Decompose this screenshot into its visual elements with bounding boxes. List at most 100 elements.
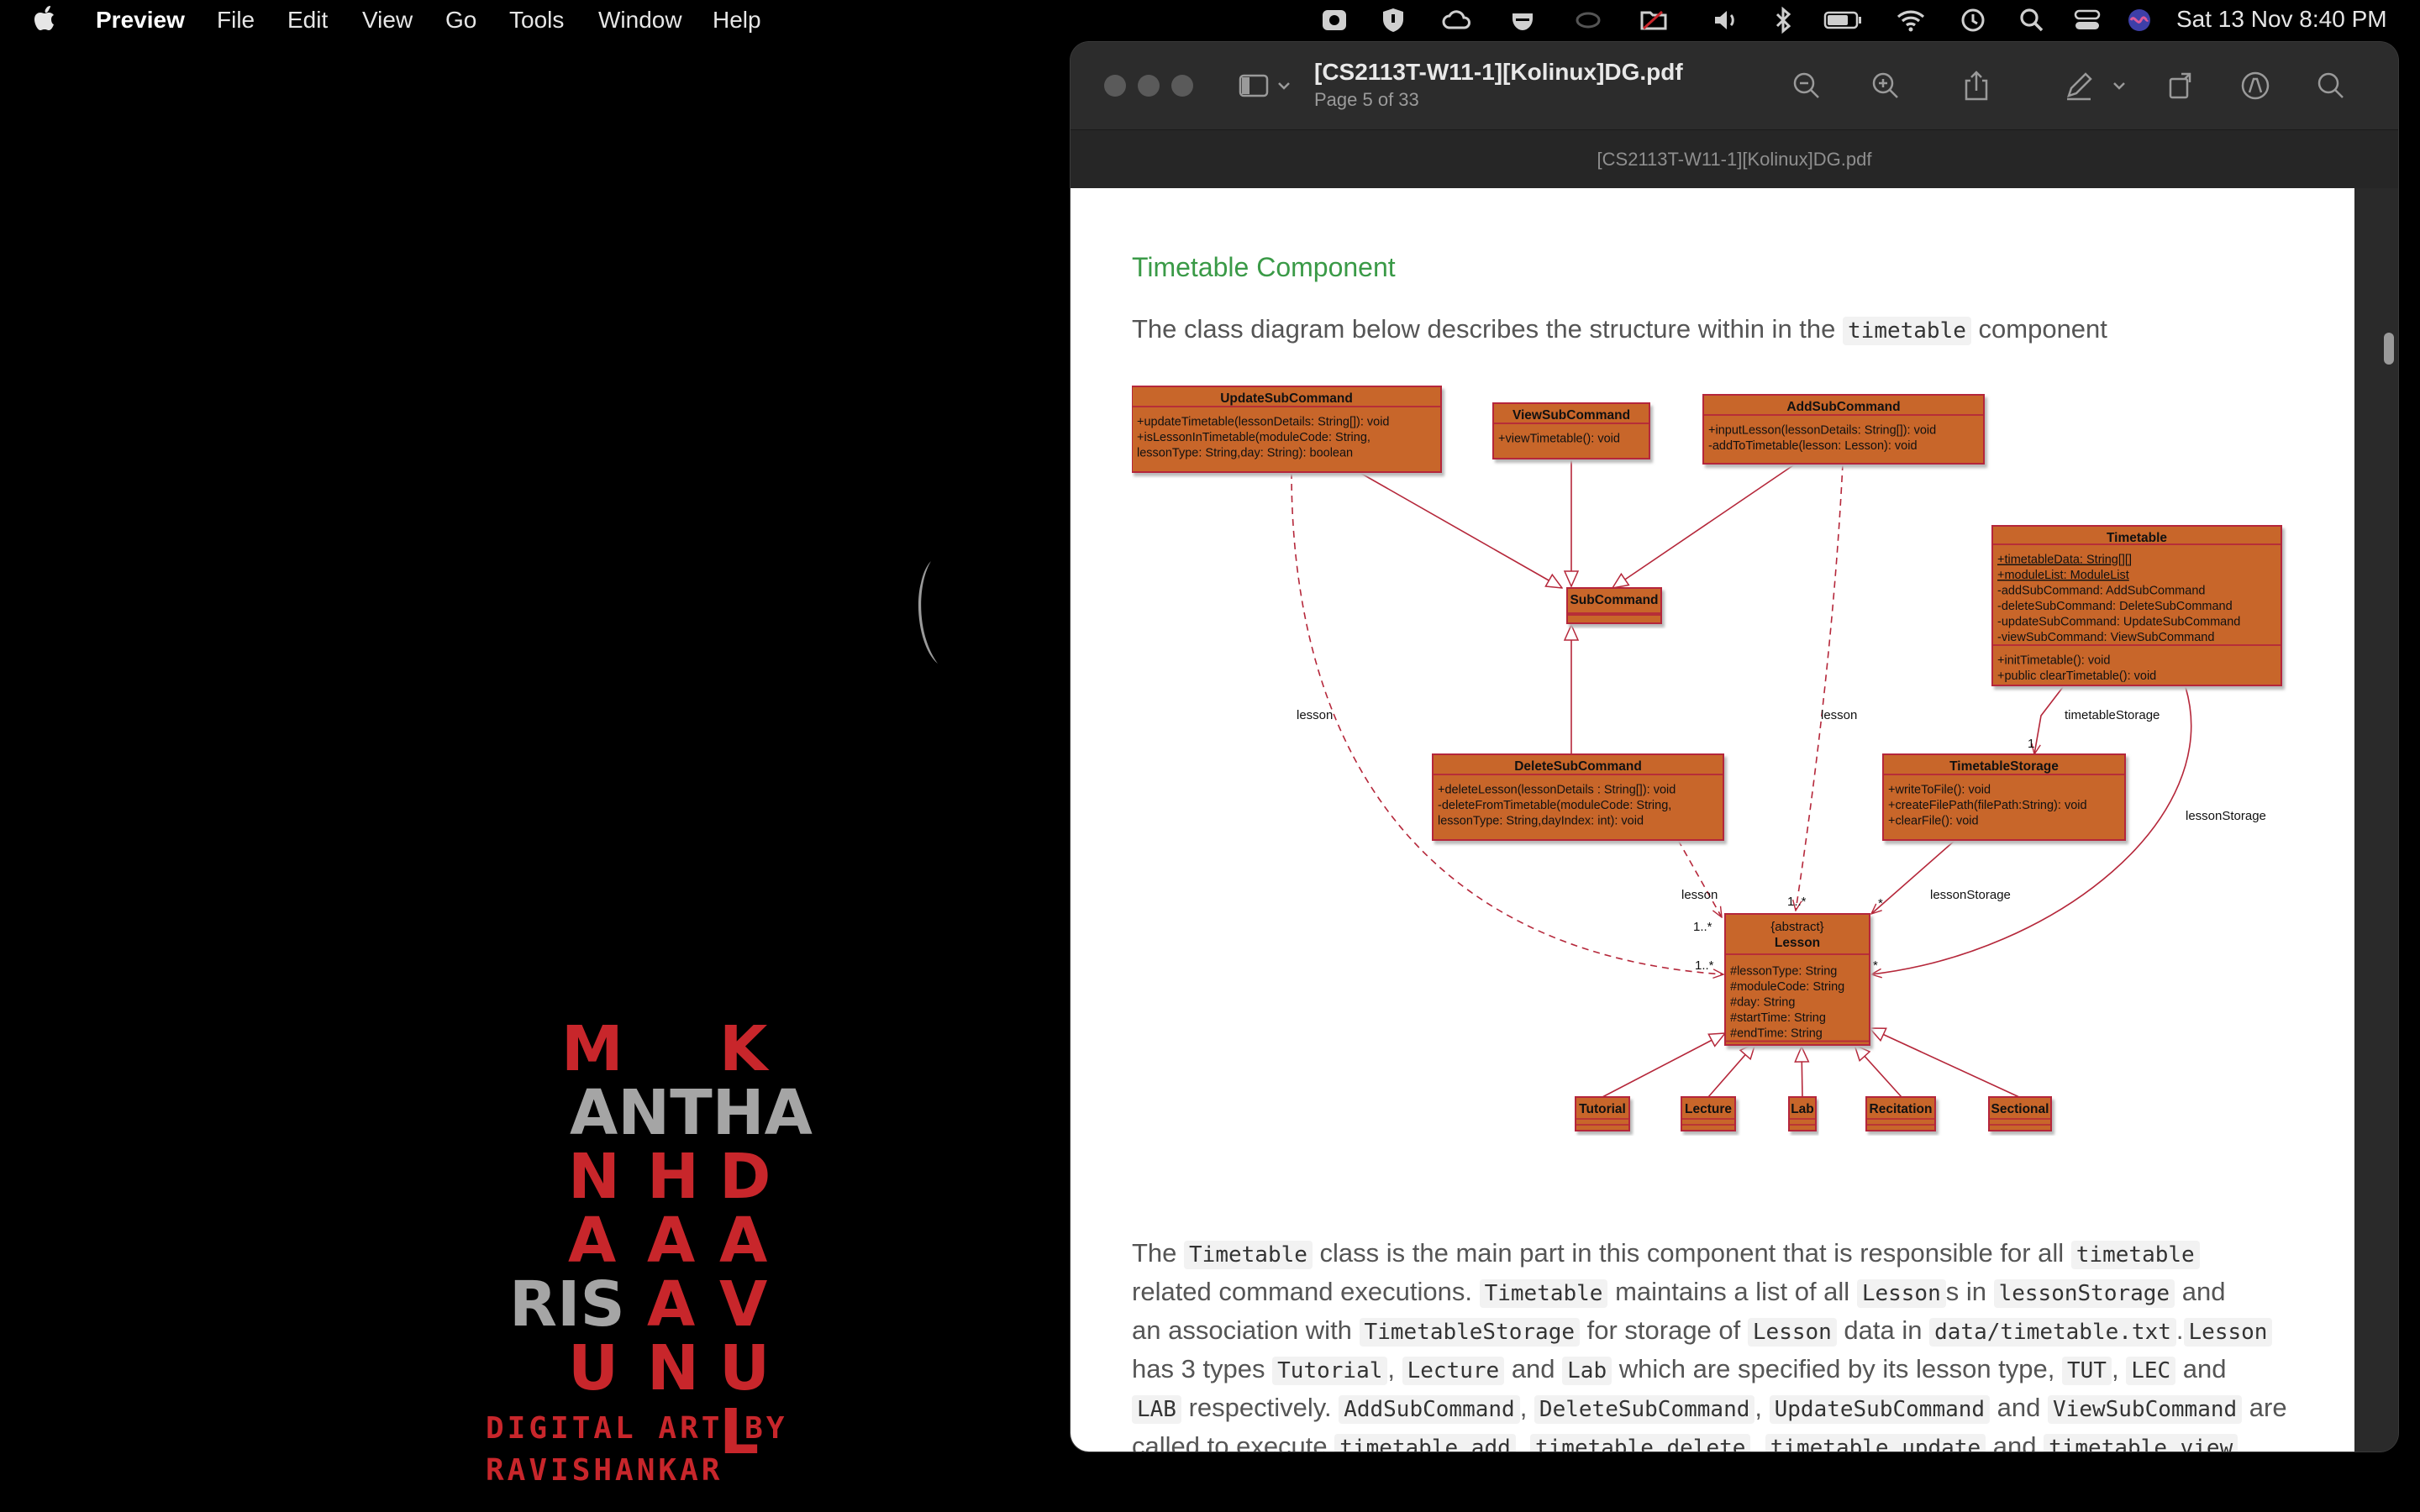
art-letter-h: H	[647, 1141, 699, 1213]
relationship-label: lesson	[1297, 708, 1333, 722]
relationship-line	[1796, 463, 1844, 911]
markup-icon[interactable]	[2237, 67, 2274, 104]
class-attribute: +moduleList: ModuleList	[1997, 569, 2129, 582]
chevron-down-icon[interactable]	[1274, 67, 1294, 104]
pen-icon[interactable]	[2060, 67, 2097, 104]
body-text: ,	[2111, 1354, 2127, 1383]
menu-help[interactable]: Help	[713, 7, 761, 34]
body-text: has 3 types	[1132, 1354, 1273, 1383]
inline-code: ViewSubCommand	[2048, 1395, 2243, 1424]
class-name: Recitation	[1870, 1102, 1933, 1116]
class-name: Lecture	[1685, 1102, 1732, 1116]
class-method: +isLessonInTimetable(moduleCode: String,	[1137, 431, 1370, 444]
wifi-icon[interactable]	[1896, 5, 1926, 35]
menu-view[interactable]: View	[362, 7, 413, 34]
body-text: related command executions.	[1132, 1277, 1480, 1306]
class-timetable: Timetable +timetableData: String[][] +modu…	[1991, 525, 2282, 686]
class-tutorial: Tutorial	[1575, 1096, 1630, 1131]
vertical-scrollbar[interactable]	[2381, 188, 2398, 1452]
body-line: has 3 types Tutorial, Lecture and Lab wh…	[1132, 1354, 2227, 1385]
class-name: AddSubCommand	[1786, 400, 1900, 414]
class-attribute: -deleteSubCommand: DeleteSubCommand	[1997, 600, 2233, 613]
share-icon[interactable]	[1958, 67, 1995, 104]
control-center-icon[interactable]	[2072, 5, 2102, 35]
body-text: called to execute	[1132, 1431, 1335, 1452]
class-method: +writeToFile(): void	[1888, 784, 1991, 797]
bluetooth-icon[interactable]	[1768, 5, 1798, 35]
intro-text-end: component	[1970, 314, 2107, 344]
inline-code: Lecture	[1402, 1357, 1505, 1385]
menu-app-name[interactable]: Preview	[96, 7, 185, 34]
cloud-icon[interactable]	[1442, 5, 1472, 35]
siri-icon[interactable]	[2124, 5, 2154, 35]
zoom-window-button[interactable]	[1171, 75, 1193, 97]
body-text: ,	[1519, 1393, 1534, 1422]
relationship-label: lessonStorage	[2186, 809, 2266, 823]
art-letter-n2: N	[647, 1332, 699, 1404]
art-letter-m: M	[561, 1013, 623, 1085]
inline-code: LEC	[2126, 1357, 2176, 1385]
hat-icon[interactable]	[1507, 5, 1538, 35]
body-text: and	[1986, 1431, 2044, 1452]
inline-code: Timetable	[1479, 1279, 1608, 1308]
class-name: TimetableStorage	[1949, 759, 2059, 774]
class-name: Lab	[1791, 1102, 1814, 1116]
chevron-down-icon[interactable]	[2109, 67, 2129, 104]
wallpaper-crescent-shape	[913, 558, 941, 667]
inline-code: Lesson	[2183, 1318, 2273, 1347]
folder-icon[interactable]	[1639, 5, 1669, 35]
class-method: +clearFile(): void	[1888, 815, 1979, 828]
body-text: respectively.	[1181, 1393, 1339, 1422]
inline-code: timetable update	[1765, 1434, 1986, 1452]
class-name: UpdateSubCommand	[1220, 391, 1353, 406]
shield-icon[interactable]	[1378, 5, 1408, 35]
menu-edit[interactable]: Edit	[287, 7, 328, 34]
preview-window: [CS2113T-W11-1][Kolinux]DG.pdf Page 5 of…	[1071, 42, 2398, 1452]
search-icon[interactable]	[2017, 5, 2047, 35]
menu-go[interactable]: Go	[445, 7, 476, 34]
search-icon[interactable]	[2312, 67, 2349, 104]
body-text: The	[1132, 1238, 1185, 1268]
camera-icon[interactable]	[1319, 5, 1349, 35]
class-attribute: #moduleCode: String	[1730, 980, 1844, 994]
menubar-clock[interactable]: Sat 13 Nov 8:40 PM	[2176, 6, 2387, 33]
document-viewport[interactable]: Timetable Component The class diagram be…	[1071, 188, 2398, 1452]
page-indicator: Page 5 of 33	[1314, 89, 1419, 110]
sidebar-icon[interactable]	[1235, 67, 1276, 104]
link-icon[interactable]	[1573, 5, 1603, 35]
battery-icon[interactable]	[1823, 5, 1864, 35]
body-text: ,	[1750, 1431, 1765, 1452]
window-toolbar: [CS2113T-W11-1][Kolinux]DG.pdf Page 5 of…	[1071, 42, 2398, 129]
class-name: Sectional	[1991, 1102, 2049, 1116]
class-add: AddSubCommand +inputLesson(lessonDetails:…	[1702, 394, 1985, 465]
class-recitation: Recitation	[1865, 1096, 1936, 1131]
close-window-button[interactable]	[1104, 75, 1126, 97]
apple-menu-icon[interactable]	[34, 3, 59, 39]
relationship-line	[1358, 471, 1562, 588]
class-attribute: -updateSubCommand: UpdateSubCommand	[1997, 616, 2240, 629]
scrollbar-thumb[interactable]	[2384, 333, 2394, 365]
zoom-in-icon[interactable]	[1867, 67, 1904, 104]
document-tab[interactable]: [CS2113T-W11-1][Kolinux]DG.pdf	[1071, 149, 2398, 171]
menu-window[interactable]: Window	[598, 7, 682, 34]
zoom-out-icon[interactable]	[1788, 67, 1825, 104]
volume-icon[interactable]	[1711, 5, 1741, 35]
menu-file[interactable]: File	[217, 7, 255, 34]
body-text: and	[2175, 1277, 2226, 1306]
art-word-antha: ANTHA	[570, 1077, 813, 1149]
menu-tools[interactable]: Tools	[509, 7, 564, 34]
body-line: called to execute timetable add, timetab…	[1132, 1431, 2238, 1452]
inline-code: DeleteSubCommand	[1534, 1395, 1755, 1424]
inline-code: Lesson	[1747, 1318, 1837, 1347]
art-credit-line2: RAVISHANKAR	[486, 1453, 723, 1488]
relationship-label: 1..*	[1693, 920, 1712, 934]
time-machine-icon[interactable]	[1958, 5, 1988, 35]
inline-code: TimetableStorage	[1359, 1318, 1580, 1347]
class-method: +deleteLesson(lessonDetails : String[]):…	[1438, 784, 1676, 797]
class-method: lessonType: String,dayIndex: int): void	[1438, 815, 1644, 828]
intro-code: timetable	[1843, 317, 1971, 345]
inline-code: AddSubCommand	[1339, 1395, 1520, 1424]
relationship-line	[1291, 471, 1723, 974]
rotate-icon[interactable]	[2163, 67, 2200, 104]
minimize-window-button[interactable]	[1138, 75, 1160, 97]
